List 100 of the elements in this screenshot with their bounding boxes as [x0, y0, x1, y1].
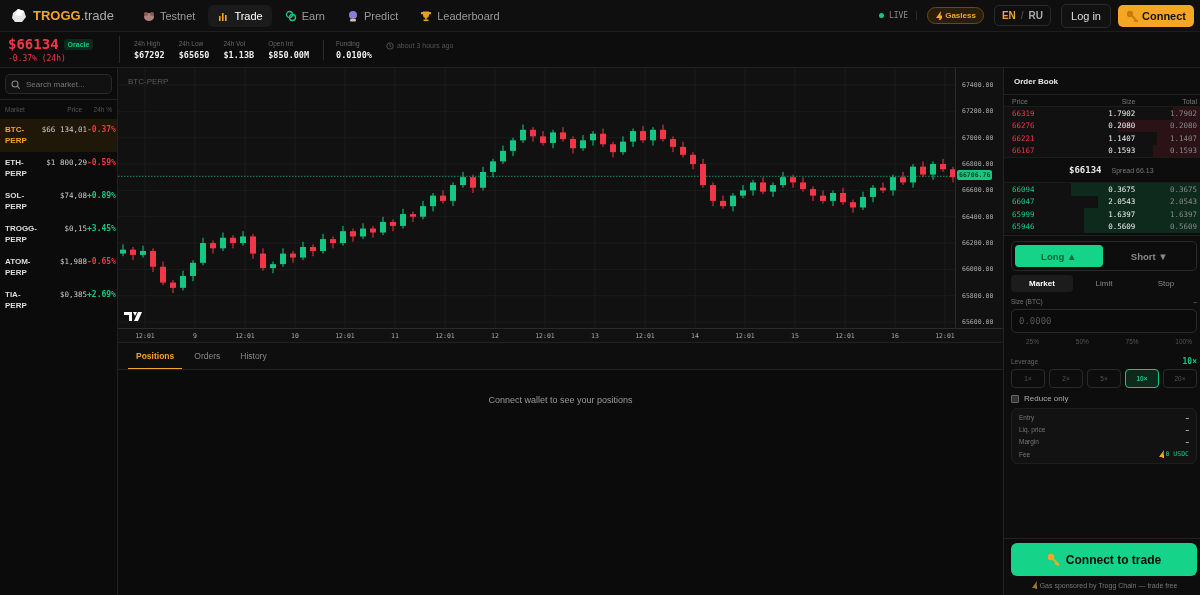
candlestick	[780, 171, 786, 189]
candlestick	[800, 176, 806, 193]
candlestick	[120, 243, 126, 257]
candlestick	[430, 192, 436, 212]
nav-tab[interactable]: Trade	[208, 4, 272, 27]
connect-button[interactable]: Connect	[1118, 4, 1194, 27]
candlestick	[890, 174, 896, 197]
candlestick	[210, 239, 216, 255]
candlestick	[310, 243, 316, 257]
connect-to-trade-button[interactable]: Connect to trade	[1011, 543, 1197, 577]
clock-icon	[385, 41, 394, 50]
candlestick	[200, 237, 206, 266]
candlestick	[170, 279, 176, 294]
short-tab[interactable]: Short ▼	[1105, 245, 1193, 267]
price-change: -0.37% (24h)	[8, 54, 67, 63]
nav-tab[interactable]: Predict	[337, 4, 408, 27]
candlestick	[940, 158, 946, 173]
size-input[interactable]: 0.0000	[1011, 309, 1197, 333]
live-label: LIVE	[888, 11, 909, 20]
candlestick	[470, 174, 476, 194]
order-type-tab[interactable]: Stop	[1135, 275, 1197, 292]
stat-value: $65650	[178, 49, 210, 60]
candlestick	[270, 260, 276, 274]
logo-icon	[10, 7, 27, 24]
nav-tab[interactable]: Leaderboard	[411, 4, 509, 27]
candlestick	[720, 195, 726, 210]
checkbox[interactable]	[1011, 394, 1019, 403]
key-icon	[1126, 9, 1138, 22]
order-type-tab[interactable]: Market	[1011, 275, 1073, 292]
stat-value: $850.00M	[268, 49, 310, 60]
tab[interactable]: Orders	[186, 343, 229, 369]
lightning-icon	[935, 10, 943, 21]
candlestick	[930, 160, 936, 181]
candlestick	[380, 216, 386, 236]
candlestick	[230, 234, 236, 249]
candlestick	[830, 189, 836, 207]
tab[interactable]: Positions	[128, 343, 183, 369]
candlestick	[180, 270, 186, 291]
candlestick	[260, 247, 266, 272]
stat-value: $1.13B	[223, 49, 255, 60]
candlestick	[330, 235, 336, 249]
lightning-icon	[1030, 581, 1037, 589]
key-icon	[1046, 553, 1060, 567]
candlestick	[410, 210, 416, 223]
stat-value: $67292	[134, 49, 165, 60]
candlestick	[840, 187, 846, 206]
candlestick	[580, 134, 586, 152]
funding-rate: 0.0100%	[336, 49, 372, 60]
chart-watermark: BTC-PERP	[128, 77, 169, 86]
candlestick	[620, 135, 626, 156]
candlestick	[510, 137, 516, 157]
order-type-tab[interactable]: Limit	[1073, 275, 1135, 292]
candlestick	[650, 126, 656, 147]
candlestick	[220, 232, 226, 252]
candlestick	[740, 184, 746, 199]
candlestick	[290, 250, 296, 264]
candlestick	[350, 228, 356, 243]
candlestick	[370, 225, 376, 239]
tab[interactable]: History	[232, 343, 275, 369]
candlestick	[520, 124, 526, 144]
nav-tab[interactable]: Testnet	[133, 4, 205, 27]
candlestick	[320, 233, 326, 255]
creature-icon	[142, 9, 155, 22]
search-icon	[11, 79, 20, 89]
candlestick	[810, 185, 816, 202]
candlestick	[390, 218, 396, 232]
panel-title: Order Book	[1004, 68, 1200, 95]
candlestick	[460, 171, 466, 189]
candlestick	[160, 260, 166, 286]
candlestick	[920, 160, 926, 178]
login-button[interactable]: Log in	[1061, 3, 1111, 28]
long-tab[interactable]: Long ▲	[1015, 245, 1103, 267]
candlestick	[130, 246, 136, 261]
trophy-icon	[420, 9, 433, 22]
nav-tab[interactable]: Earn	[275, 4, 334, 27]
candlestick	[770, 181, 776, 198]
candlestick	[700, 158, 706, 189]
candlestick	[500, 145, 506, 165]
candlestick	[550, 129, 556, 149]
gasless-badge[interactable]: Gasless	[927, 6, 984, 25]
coins-icon	[284, 9, 297, 22]
candlestick	[860, 191, 866, 211]
candlestick	[530, 126, 536, 143]
language-option[interactable]: RU	[1028, 10, 1043, 21]
candlestick	[690, 151, 696, 170]
candlestick	[900, 171, 906, 186]
candlestick	[190, 259, 196, 282]
crystal-ball-icon	[346, 9, 359, 22]
candlestick	[490, 158, 496, 178]
candlestick	[340, 225, 346, 247]
language-option[interactable]: EN	[1001, 10, 1016, 21]
candlestick	[640, 125, 646, 144]
candlestick	[670, 135, 676, 153]
mid-price: $66134	[1069, 165, 1102, 175]
candlestick	[540, 130, 546, 147]
candlestick	[630, 127, 636, 148]
candlestick	[750, 179, 756, 197]
candlestick	[240, 230, 246, 247]
candlestick	[790, 174, 796, 189]
search-field[interactable]: Search market...	[5, 74, 112, 94]
